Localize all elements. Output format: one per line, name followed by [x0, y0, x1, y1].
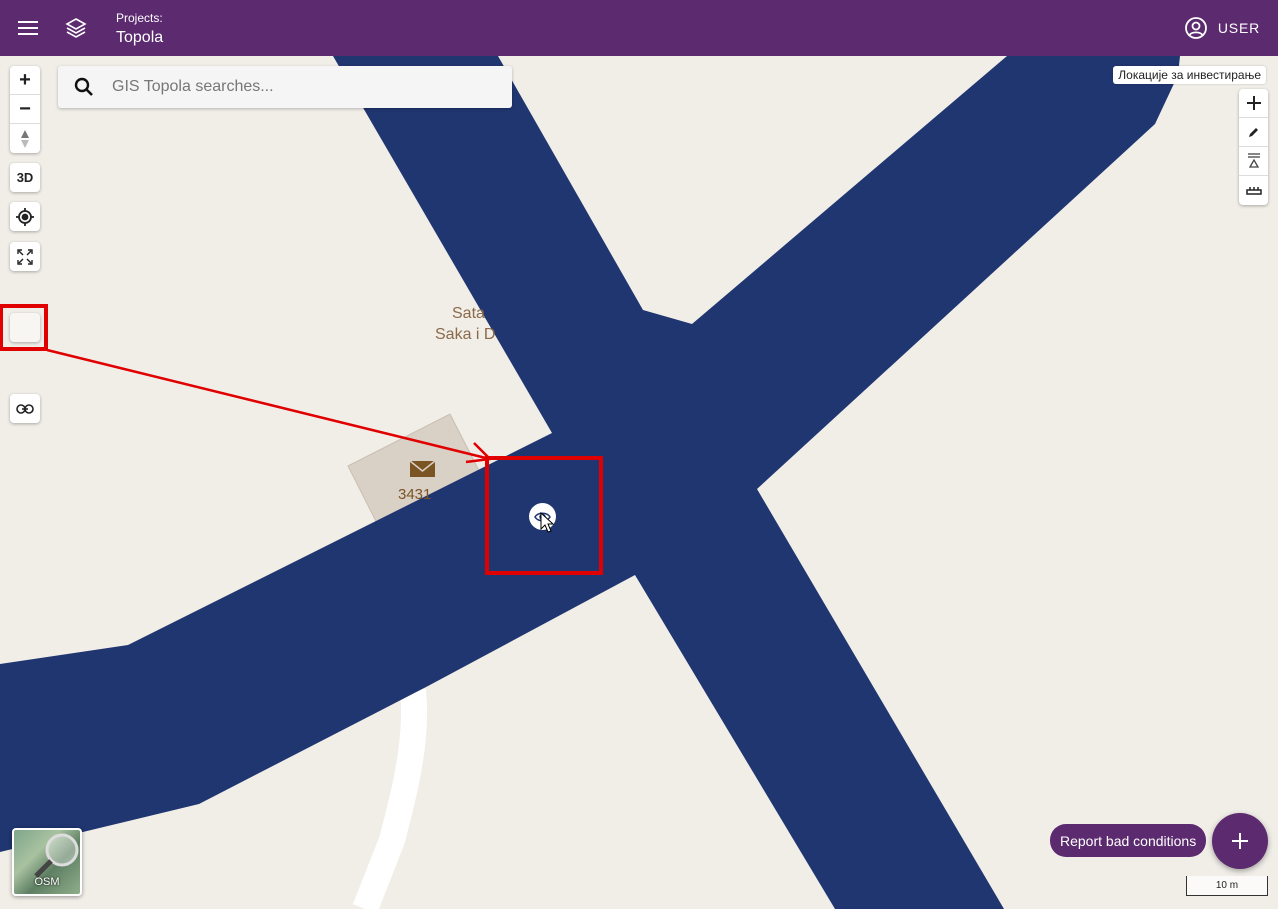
annotation-arrow-line [46, 348, 491, 461]
minor-road [352, 688, 428, 909]
magnifier-overlay-icon [34, 833, 79, 878]
road-segment [0, 56, 1180, 909]
magnifier-icon[interactable] [74, 77, 94, 97]
fullscreen-button[interactable] [10, 242, 40, 271]
drawing-tools [1239, 89, 1268, 205]
zoom-out-button[interactable]: − [10, 95, 40, 124]
poi-label-2: Saka i D [435, 326, 496, 343]
three-d-button[interactable]: 3D [10, 163, 40, 192]
map-graphics [0, 56, 1180, 909]
active-layer-label: Локације за инвестирање [1113, 66, 1266, 84]
account-circle-icon [1184, 17, 1207, 39]
pencil-icon [1248, 128, 1258, 137]
map-canvas[interactable]: Sata Saka i D 3431 [0, 56, 1278, 909]
menu-button[interactable] [12, 12, 44, 44]
mouse-cursor-icon [540, 512, 555, 533]
basemap-label: OSM [34, 876, 60, 888]
layers-button[interactable] [60, 12, 92, 44]
layers-icon [65, 18, 87, 38]
plus-icon [1232, 833, 1248, 849]
hamburger-icon [18, 21, 38, 35]
zoom-in-button[interactable]: + [10, 66, 40, 95]
search-bar [58, 66, 512, 108]
user-button[interactable]: USER [1184, 14, 1260, 42]
compass-button[interactable] [10, 124, 40, 153]
locate-control [10, 202, 40, 231]
search-input[interactable] [112, 66, 502, 108]
ruler-icon [1245, 186, 1262, 195]
scale-bar: 10 m [1186, 876, 1268, 896]
draw-button[interactable] [1239, 118, 1268, 147]
add-feature-button[interactable] [1239, 89, 1268, 118]
three-d-control: 3D [10, 163, 40, 192]
poi-label-1: Sata [452, 305, 485, 322]
elevation-icon [1247, 153, 1260, 168]
share-link-control [10, 394, 40, 423]
basemap-switcher[interactable]: OSM [12, 828, 82, 896]
elevation-profile-button[interactable] [1239, 147, 1268, 176]
share-link-button[interactable] [10, 394, 40, 423]
link-icon [16, 403, 34, 414]
plus-icon [1246, 96, 1261, 110]
project-name: Topola [116, 29, 164, 46]
app-bar: Projects: Topola USER [0, 0, 1278, 56]
locate-button[interactable] [10, 202, 40, 231]
add-report-fab[interactable] [1212, 813, 1268, 869]
empty-control [10, 313, 40, 342]
crosshair-icon [16, 207, 34, 226]
compass-icon [21, 129, 29, 148]
report-bad-conditions-button[interactable]: Report bad conditions [1050, 824, 1207, 857]
user-label: USER [1217, 20, 1260, 36]
measure-button[interactable] [1239, 176, 1268, 205]
zoom-controls: + − [10, 66, 40, 153]
empty-control-button[interactable] [10, 313, 40, 342]
fullscreen-control [10, 242, 40, 271]
house-number: 3431 [398, 486, 432, 503]
expand-icon [17, 248, 33, 265]
project-caption: Projects: [116, 11, 163, 25]
